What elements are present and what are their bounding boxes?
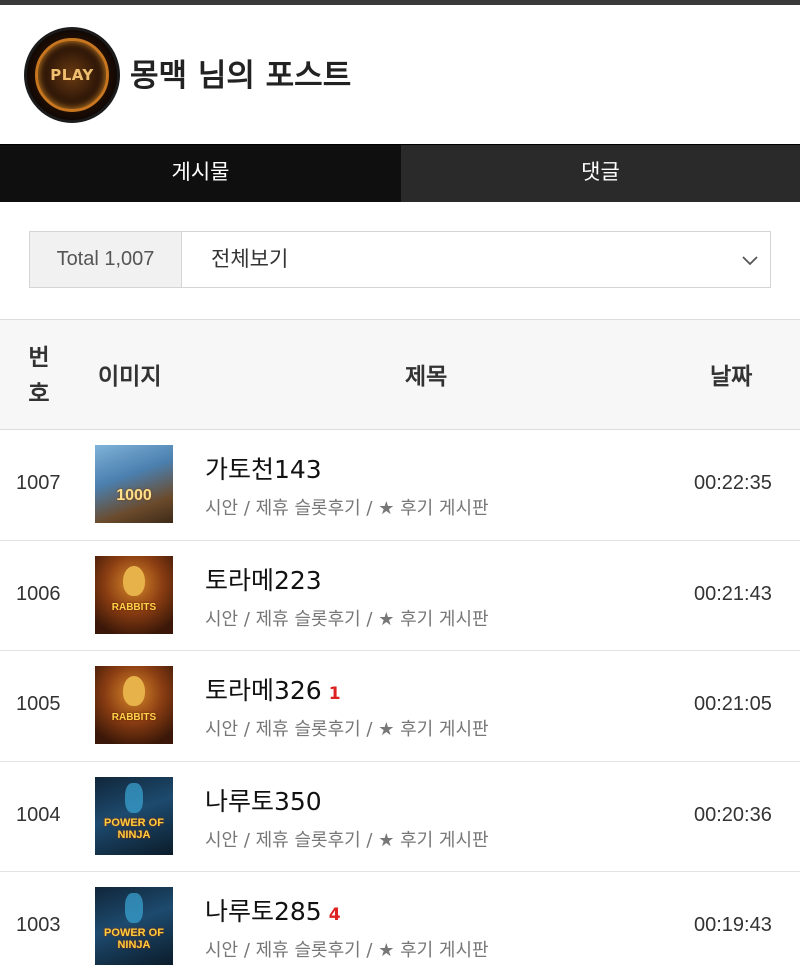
header-date: 날짜 <box>710 364 753 390</box>
post-date: 00:21:43 <box>694 582 772 605</box>
post-date: 00:19:43 <box>694 914 772 936</box>
post-category: 시안 / 제휴 슬롯후기 / ★ 후기 게시판 <box>205 829 489 851</box>
post-title-text[interactable]: 토라메326 <box>205 676 322 705</box>
post-title-text[interactable]: 가토천143 <box>205 455 322 484</box>
tab-posts[interactable]: 게시물 <box>0 145 401 202</box>
post-category: 시안 / 제휴 슬롯후기 / ★ 후기 게시판 <box>205 719 489 740</box>
header-number: 번호 <box>28 345 50 407</box>
post-thumbnail[interactable]: RABBITS <box>95 555 173 634</box>
play-logo-avatar: PLAY <box>50 66 94 84</box>
post-number: 1005 <box>16 693 61 715</box>
post-title-text[interactable]: 토라메223 <box>205 566 322 595</box>
post-title[interactable]: 나루토350 <box>205 782 329 818</box>
post-number: 1003 <box>16 914 61 936</box>
post-category: 시안 / 제휴 슬롯후기 / ★ 후기 게시판 <box>205 940 489 961</box>
post-title-text[interactable]: 나루토350 <box>205 787 322 816</box>
bunny-figure <box>123 565 145 596</box>
post-date: 00:20:36 <box>694 803 772 826</box>
header-title: 제목 <box>405 364 448 390</box>
comment-count: 1 <box>328 684 341 704</box>
table-row[interactable]: 1003 POWER OF NINJA 나루토285 4 시안 / 제휴 슬롯후기… <box>0 872 800 976</box>
bunny-figure <box>123 676 145 706</box>
comment-count: 4 <box>328 905 341 925</box>
tab-bar: 게시물 댓글 <box>0 144 800 202</box>
table-row[interactable]: 1004 POWER OF NINJA 나루토350 시안 / 제휴 슬롯후기 … <box>0 762 800 872</box>
filter-bar: Total 1,007 전체보기 <box>29 231 771 288</box>
header-image: 이미지 <box>98 364 162 390</box>
thumbnail-text: RABBITS <box>111 601 157 613</box>
post-category: 시안 / 제휴 슬롯후기 / ★ 후기 게시판 <box>205 608 489 630</box>
chevron-down-icon[interactable] <box>740 250 760 270</box>
table-row[interactable]: 1006 RABBITS 토라메223 시안 / 제휴 슬롯후기 / ★ 후기 … <box>0 541 800 651</box>
post-number: 1007 <box>16 472 61 494</box>
post-thumbnail[interactable]: 1000 <box>95 445 173 523</box>
thumbnail-text: POWER OF NINJA <box>104 816 164 841</box>
post-thumbnail[interactable]: POWER OF NINJA <box>95 887 173 965</box>
table-row[interactable]: 1007 1000 가토천143 시안 / 제휴 슬롯후기 / ★ 후기 게시판… <box>0 430 800 541</box>
post-title[interactable]: 가토천143 <box>205 450 329 486</box>
thumbnail-text: POWER OF NINJA <box>104 927 164 951</box>
post-date: 00:21:05 <box>694 693 772 715</box>
post-title[interactable]: 토라메223 <box>205 561 329 597</box>
table-header: 번호 이미지 제목 날짜 <box>0 319 800 430</box>
thumbnail-text: 1000 <box>116 487 152 504</box>
post-title[interactable]: 토라메326 1 <box>205 671 341 707</box>
table-row[interactable]: 1005 RABBITS 토라메326 1 시안 / 제휴 슬롯후기 / ★ 후기… <box>0 651 800 762</box>
ninja-figure <box>125 782 143 813</box>
category-select[interactable]: 전체보기 <box>211 232 288 287</box>
page-title: 몽맥 님의 포스트 <box>130 58 352 94</box>
profile-header: PLAY 몽맥 님의 포스트 <box>0 5 800 144</box>
post-list: 1007 1000 가토천143 시안 / 제휴 슬롯후기 / ★ 후기 게시판… <box>0 430 800 976</box>
post-number: 1006 <box>16 582 61 605</box>
tab-comments[interactable]: 댓글 <box>401 145 800 202</box>
thumbnail-text: RABBITS <box>111 712 157 723</box>
post-category: 시안 / 제휴 슬롯후기 / ★ 후기 게시판 <box>205 498 489 519</box>
post-thumbnail[interactable]: POWER OF NINJA <box>95 776 173 855</box>
post-title[interactable]: 나루토285 4 <box>205 892 341 928</box>
post-date: 00:22:35 <box>694 472 772 494</box>
total-count: Total 1,007 <box>30 232 182 287</box>
post-title-text[interactable]: 나루토285 <box>205 897 322 926</box>
post-number: 1004 <box>16 803 61 826</box>
post-thumbnail[interactable]: RABBITS <box>95 666 173 744</box>
ninja-figure <box>125 893 143 923</box>
avatar[interactable]: PLAY <box>24 27 120 123</box>
